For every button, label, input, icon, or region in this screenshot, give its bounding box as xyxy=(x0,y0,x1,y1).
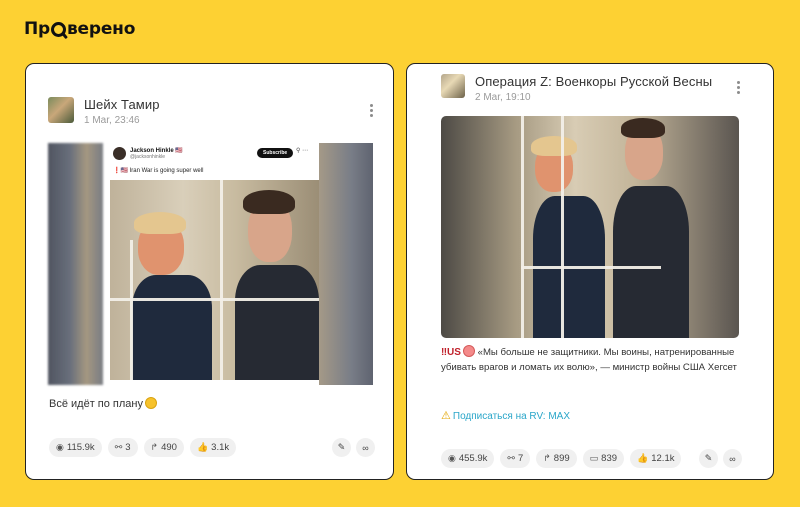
post-caption: Всё идёт по плану xyxy=(49,397,157,410)
post-date: 1 Mar, 23:46 xyxy=(84,115,140,126)
post-body-text: «Мы больше не защитники. Мы воины, натре… xyxy=(441,347,737,373)
repost-icon: ↱ xyxy=(543,453,551,463)
kebab-menu-icon[interactable] xyxy=(737,81,741,96)
share-icon: ⚯ xyxy=(507,453,515,463)
reposts-count: 490 xyxy=(161,442,177,453)
post-actions: ✎ ∞ xyxy=(699,449,742,468)
post-card-right: Операция Z: Военкоры Русской Весны 2 Mar… xyxy=(406,63,774,480)
post-header: Шейх Тамир 1 Mar, 23:46 xyxy=(48,97,160,126)
eye-icon: ◉ xyxy=(448,453,456,463)
post-actions: ✎ ∞ xyxy=(332,438,375,457)
reposts-counter[interactable]: ↱ 899 xyxy=(536,449,577,468)
share-icon: ⚯ xyxy=(114,442,123,452)
likes-count: 12.1k xyxy=(651,453,675,464)
post-stats: ◉ 115.9k ⚯ 3 ↱ 490 👍 3.1k xyxy=(49,438,237,457)
thumbs-up-icon: 👍 xyxy=(196,442,209,452)
warning-icon: ⚠ xyxy=(441,410,451,422)
views-counter[interactable]: ◉ 455.9k xyxy=(441,449,495,468)
reposts-count: 899 xyxy=(553,453,570,464)
author-name[interactable]: Операция Z: Военкоры Русской Весны xyxy=(475,74,712,89)
post-media[interactable] xyxy=(441,116,739,338)
embedded-tweet: Jackson Hinkle 🇺🇸 @jacksonhinkle Subscri… xyxy=(110,143,319,385)
tweet-photo xyxy=(110,180,319,380)
shares-count: 7 xyxy=(517,453,524,464)
post-header: Операция Z: Военкоры Русской Весны 2 Mar… xyxy=(441,74,712,103)
shares-counter[interactable]: ⚯ 7 xyxy=(500,449,531,468)
pencil-icon[interactable]: ✎ xyxy=(332,438,351,457)
likes-counter[interactable]: 👍 3.1k xyxy=(189,438,237,457)
logo-text-end: верено xyxy=(67,19,136,39)
brand-logo[interactable]: Пр верено xyxy=(24,19,135,39)
repost-icon: ↱ xyxy=(150,442,159,452)
caption-text: Всё идёт по плану xyxy=(49,398,143,410)
emoji-icon xyxy=(462,345,475,357)
likes-counter[interactable]: 👍 12.1k xyxy=(630,449,682,468)
post-stats: ◉ 455.9k ⚯ 7 ↱ 899 ▭ 839 👍 12.1k xyxy=(441,449,682,468)
comments-icon: ▭ xyxy=(589,453,599,463)
tweet-avatar xyxy=(113,147,126,160)
flag-badge: ‼US xyxy=(441,347,461,358)
subscribe-line: ⚠ Подписаться на RV: MAX xyxy=(441,409,570,422)
shares-counter[interactable]: ⚯ 3 xyxy=(107,438,138,457)
tweet-icons: ⚲ ⋯ xyxy=(296,148,309,154)
magnifier-icon xyxy=(51,21,66,37)
author-name[interactable]: Шейх Тамир xyxy=(84,97,160,112)
post-date: 2 Mar, 19:10 xyxy=(475,92,531,103)
kebab-menu-icon[interactable] xyxy=(370,104,374,119)
post-card-left: Шейх Тамир 1 Mar, 23:46 Jackson Hinkle 🇺… xyxy=(25,63,394,480)
likes-count: 3.1k xyxy=(211,442,230,453)
tweet-author: Jackson Hinkle 🇺🇸 xyxy=(130,148,183,154)
post-media[interactable]: Jackson Hinkle 🇺🇸 @jacksonhinkle Subscri… xyxy=(48,143,373,385)
media-blur-right xyxy=(318,143,373,385)
link-icon[interactable]: ∞ xyxy=(723,449,742,468)
pencil-icon[interactable]: ✎ xyxy=(699,449,718,468)
comments-counter[interactable]: ▭ 839 xyxy=(582,449,625,468)
emoji-icon xyxy=(144,397,157,409)
views-counter[interactable]: ◉ 115.9k xyxy=(49,438,102,457)
comments-count: 839 xyxy=(601,453,618,464)
tweet-header: Jackson Hinkle 🇺🇸 @jacksonhinkle xyxy=(113,147,183,160)
thumbs-up-icon: 👍 xyxy=(637,453,649,463)
link-icon[interactable]: ∞ xyxy=(356,438,375,457)
shares-count: 3 xyxy=(125,442,131,453)
reposts-counter[interactable]: ↱ 490 xyxy=(143,438,184,457)
eye-icon: ◉ xyxy=(56,442,64,452)
post-text: ‼US «Мы больше не защитники. Мы воины, н… xyxy=(441,345,741,375)
post-photo xyxy=(441,116,739,338)
views-count: 455.9k xyxy=(458,453,488,464)
views-count: 115.9k xyxy=(66,442,95,453)
tweet-handle: @jacksonhinkle xyxy=(130,154,166,160)
media-blur-left xyxy=(48,143,103,385)
avatar[interactable] xyxy=(48,97,74,123)
logo-text-start: Пр xyxy=(24,19,50,39)
tweet-subscribe-badge: Subscribe xyxy=(257,148,294,158)
tweet-text: ❗🇺🇸 Iran War is going super well xyxy=(113,168,204,174)
avatar[interactable] xyxy=(441,74,465,98)
subscribe-link[interactable]: Подписаться на RV: MAX xyxy=(453,411,570,422)
